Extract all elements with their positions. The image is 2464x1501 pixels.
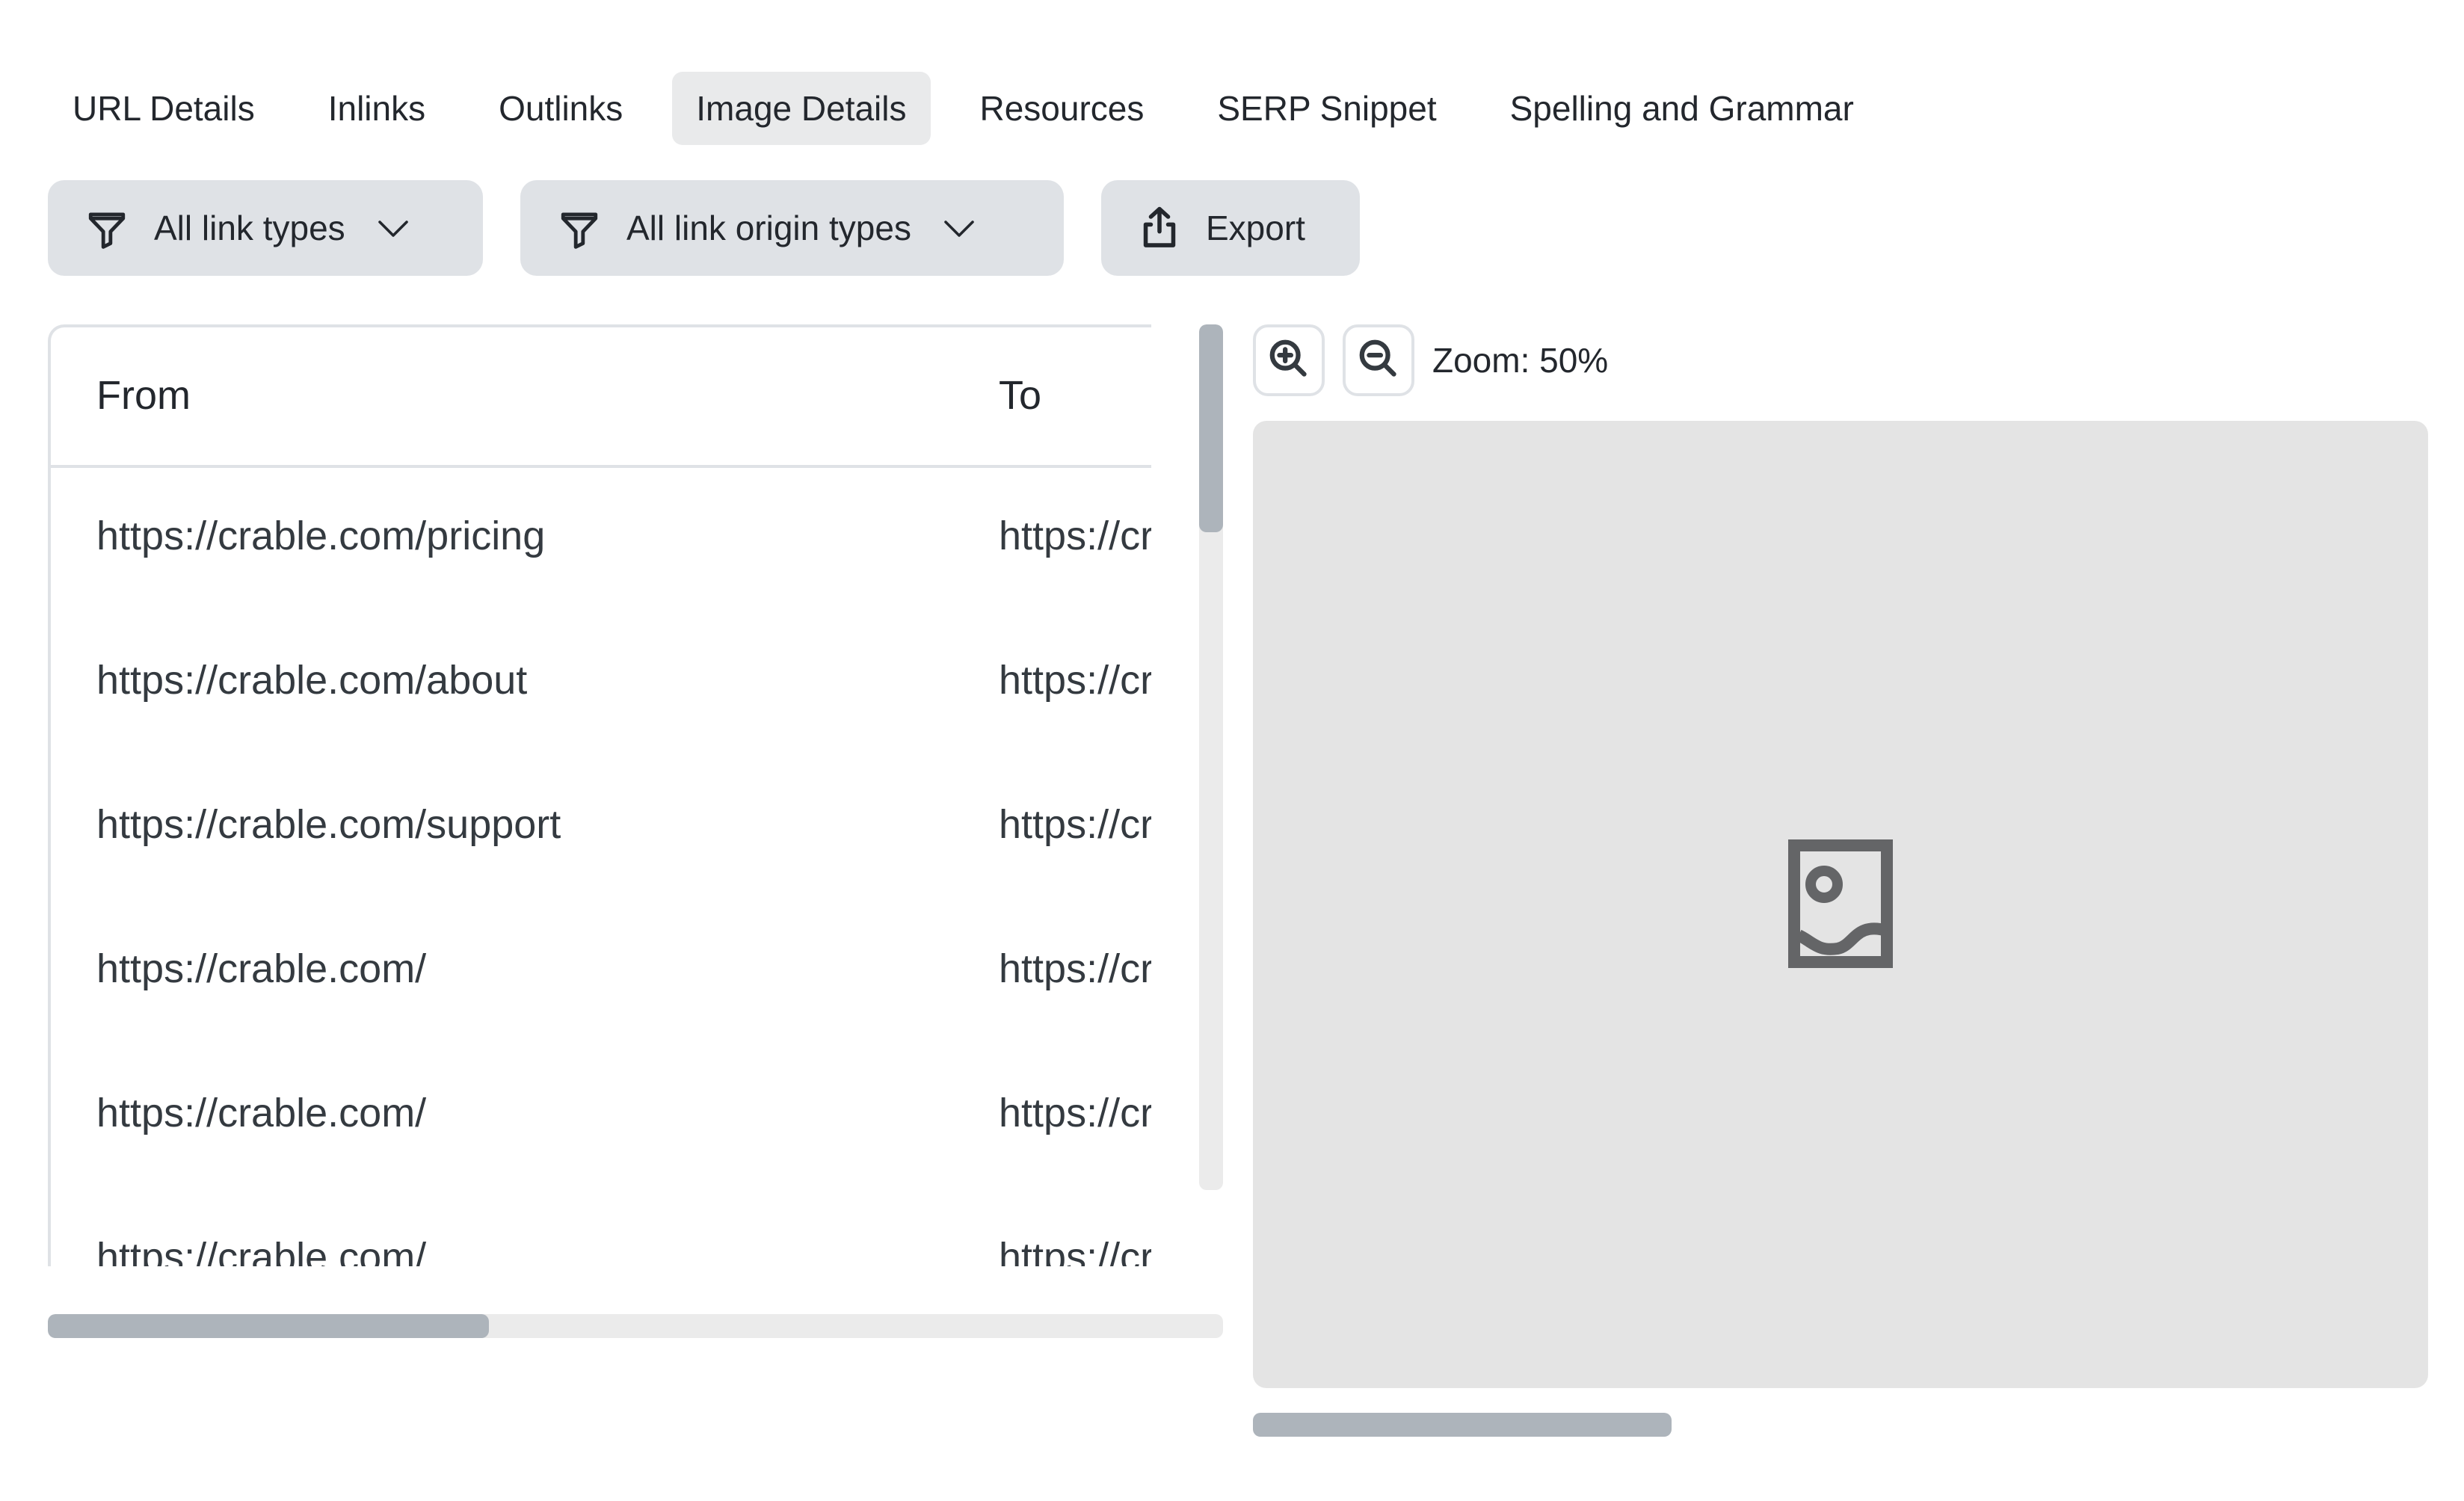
chevron-down-icon xyxy=(941,210,977,246)
image-placeholder-icon xyxy=(1788,839,1893,972)
table-row[interactable]: https://crable.com/support https://crabl… xyxy=(51,756,1151,901)
filter-icon xyxy=(558,206,601,250)
zoom-level-label: Zoom: 50% xyxy=(1432,341,1609,380)
cell-from: https://crable.com/about xyxy=(96,658,528,703)
zoom-out-button[interactable] xyxy=(1343,324,1414,396)
link-types-filter-dropdown[interactable]: All link types xyxy=(48,180,483,276)
cell-from: https://crable.com/support xyxy=(96,802,561,847)
table-vertical-scroll-thumb[interactable] xyxy=(1199,324,1223,532)
table-row[interactable]: https://crable.com/ https://crable.com/ xyxy=(51,1189,1151,1266)
cell-to: https://crable.com/ xyxy=(999,514,1151,558)
cell-to: https://crable.com/ xyxy=(999,946,1151,991)
tab-bar: URL Details Inlinks Outlinks Image Detai… xyxy=(48,72,1903,145)
preview-horizontal-scrollbar[interactable] xyxy=(1253,1413,2428,1437)
filter-icon xyxy=(85,206,129,250)
zoom-in-icon xyxy=(1267,337,1310,384)
toolbar: All link types All link origin types Exp… xyxy=(48,180,1360,276)
table-row[interactable]: https://crable.com/about https://crable.… xyxy=(51,612,1151,756)
column-header-from[interactable]: From xyxy=(96,372,191,419)
table-row[interactable]: https://crable.com/ https://crable.com/ xyxy=(51,1045,1151,1189)
cell-to: https://crable.com/ xyxy=(999,802,1151,847)
links-table: From To https://crable.com/pricing https… xyxy=(48,324,1151,1266)
table-row[interactable]: https://crable.com/ https://crable.com/ xyxy=(51,901,1151,1045)
export-label: Export xyxy=(1206,209,1305,247)
cell-to: https://crable.com/ xyxy=(999,1091,1151,1135)
table-vertical-scrollbar[interactable] xyxy=(1199,324,1223,1190)
share-export-icon xyxy=(1139,206,1180,250)
table-header: From To xyxy=(51,327,1151,468)
export-button[interactable]: Export xyxy=(1101,180,1360,276)
cell-from: https://crable.com/ xyxy=(96,946,427,991)
tab-url-details[interactable]: URL Details xyxy=(48,72,279,145)
tab-resources[interactable]: Resources xyxy=(956,72,1168,145)
zoom-out-icon xyxy=(1357,337,1400,384)
tab-image-details[interactable]: Image Details xyxy=(672,72,931,145)
cell-from: https://crable.com/ xyxy=(96,1091,427,1135)
chevron-down-icon xyxy=(375,210,411,246)
zoom-in-button[interactable] xyxy=(1253,324,1325,396)
cell-to: https://crable.com/ xyxy=(999,1235,1151,1266)
zoom-controls: Zoom: 50% xyxy=(1253,324,1608,396)
cell-from: https://crable.com/pricing xyxy=(96,514,546,558)
cell-from: https://crable.com/ xyxy=(96,1235,427,1266)
table-horizontal-scroll-thumb[interactable] xyxy=(48,1314,489,1338)
column-header-to[interactable]: To xyxy=(999,372,1041,419)
tab-inlinks[interactable]: Inlinks xyxy=(304,72,449,145)
preview-horizontal-scroll-thumb[interactable] xyxy=(1253,1413,1672,1437)
tab-spelling-and-grammar[interactable]: Spelling and Grammar xyxy=(1486,72,1878,145)
table-row[interactable]: https://crable.com/pricing https://crabl… xyxy=(51,468,1151,612)
image-preview-area[interactable] xyxy=(1253,421,2428,1388)
link-types-filter-label: All link types xyxy=(154,209,345,247)
link-origin-filter-dropdown[interactable]: All link origin types xyxy=(520,180,1064,276)
tab-outlinks[interactable]: Outlinks xyxy=(475,72,647,145)
table-horizontal-scrollbar[interactable] xyxy=(48,1314,1223,1338)
tab-serp-snippet[interactable]: SERP Snippet xyxy=(1193,72,1460,145)
cell-to: https://crable.com/ xyxy=(999,658,1151,703)
link-origin-filter-label: All link origin types xyxy=(626,209,911,247)
